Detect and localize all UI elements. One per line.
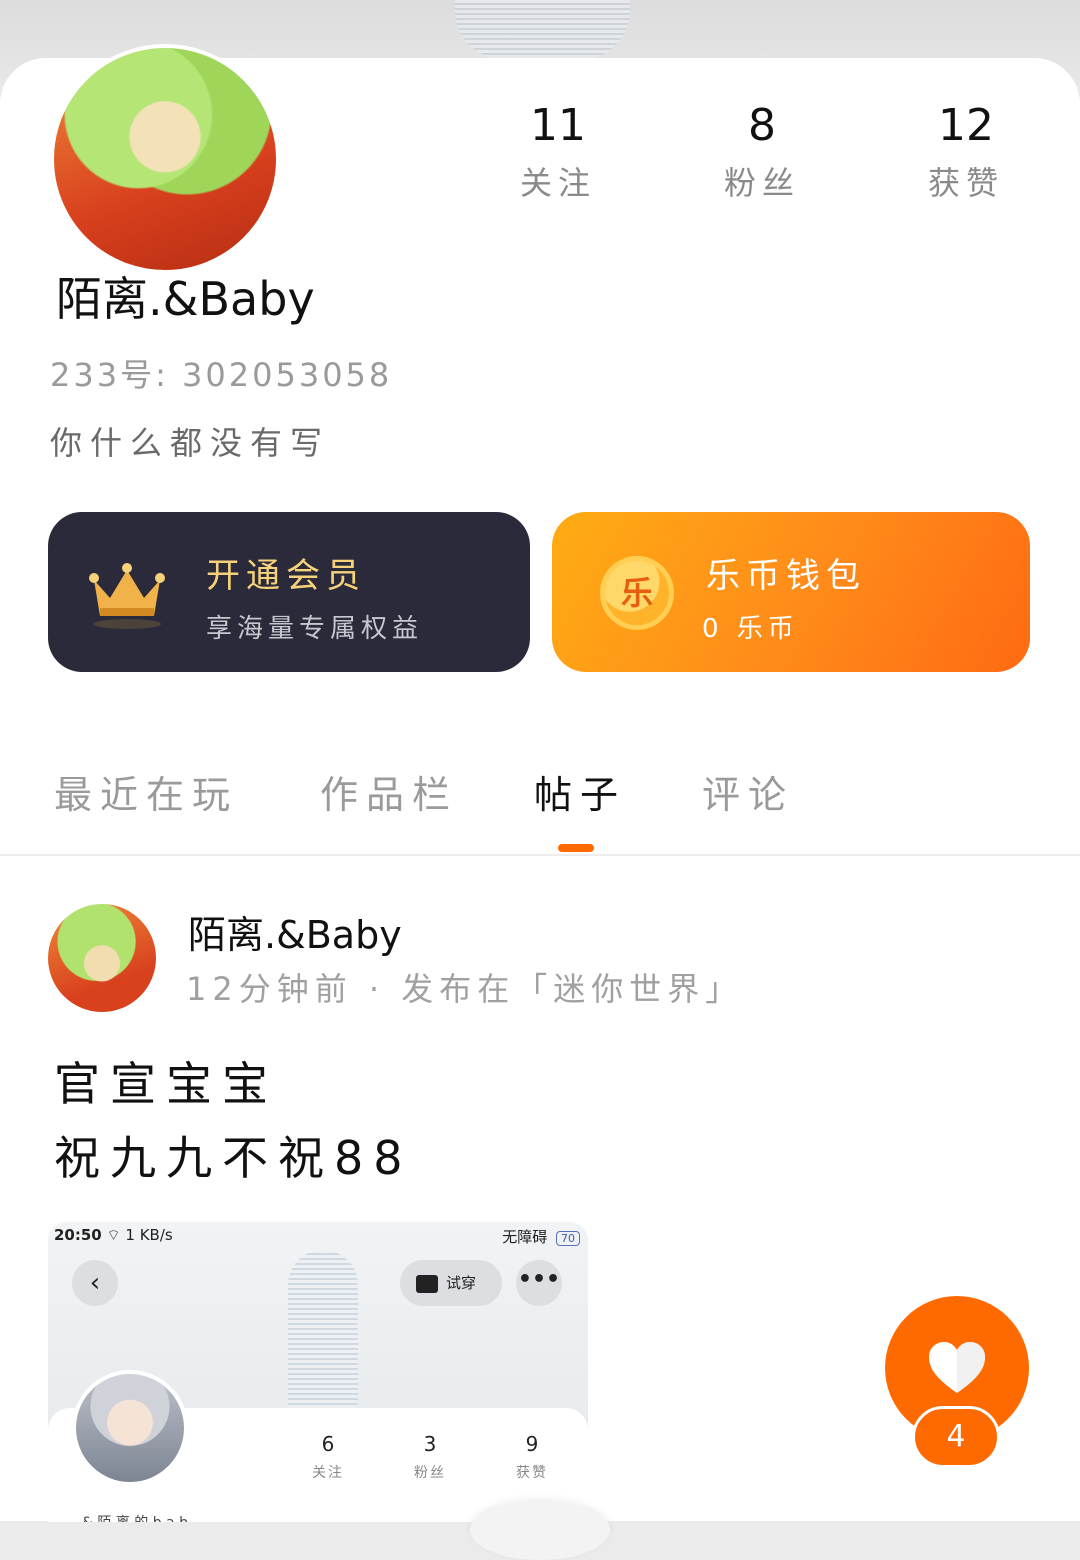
try-on-label: 试穿 bbox=[446, 1274, 477, 1292]
wifi-icon: ⌔ bbox=[106, 1226, 126, 1244]
heart-icon bbox=[929, 1342, 985, 1393]
vip-card[interactable]: 开通会员 享海量专属权益 bbox=[48, 512, 530, 672]
shirt-icon bbox=[416, 1274, 438, 1293]
screenshot-avatar bbox=[72, 1370, 188, 1486]
screenshot-stat-label: 关注 bbox=[312, 1465, 344, 1481]
screenshot-stat-following: 6 关注 bbox=[298, 1432, 358, 1482]
profile-sheet: 11 关注 8 粉丝 12 获赞 陌离.&Baby 233号: 30205305… bbox=[0, 44, 1080, 1522]
wallet-card[interactable]: 乐 乐币钱包 0 乐币 bbox=[552, 512, 1030, 672]
post-text-line: 祝九九不祝88 bbox=[54, 1131, 413, 1185]
screenshot-stat-label: 粉丝 bbox=[414, 1465, 446, 1481]
tab-comments[interactable]: 评论 bbox=[702, 764, 794, 819]
tabs-divider bbox=[0, 854, 1080, 856]
tab-works[interactable]: 作品栏 bbox=[320, 764, 458, 819]
screenshot-stat-likes: 9 获赞 bbox=[502, 1432, 562, 1482]
stat-following[interactable]: 11 关注 bbox=[478, 98, 638, 204]
stat-following-count: 11 bbox=[530, 100, 586, 151]
bottom-fab-edge bbox=[470, 1500, 610, 1560]
try-on-button: 试穿 bbox=[400, 1260, 502, 1306]
screenshot-stat-num: 6 bbox=[321, 1432, 335, 1456]
stat-likes-label: 获赞 bbox=[927, 164, 1004, 202]
profile-bio[interactable]: 你什么都没有写 bbox=[50, 418, 330, 464]
avatar-figure-image bbox=[455, 0, 630, 60]
avatar[interactable] bbox=[50, 44, 280, 274]
stat-followers[interactable]: 8 粉丝 bbox=[682, 98, 842, 204]
post-author-avatar[interactable] bbox=[48, 904, 156, 1012]
stat-likes-count: 12 bbox=[938, 100, 994, 151]
stat-followers-label: 粉丝 bbox=[723, 164, 800, 202]
stat-likes[interactable]: 12 获赞 bbox=[886, 98, 1046, 204]
vip-card-subtitle: 享海量专属权益 bbox=[206, 614, 424, 644]
tab-recent-played[interactable]: 最近在玩 bbox=[54, 764, 238, 819]
post-author-name[interactable]: 陌离.&Baby bbox=[188, 904, 402, 959]
vip-card-title: 开通会员 bbox=[206, 556, 366, 596]
post-text-line: 官宣宝宝 bbox=[54, 1057, 278, 1111]
avatar-figure-image bbox=[288, 1250, 358, 1420]
post-meta: 12分钟前 · 发布在「迷你世界」 bbox=[186, 970, 744, 1008]
stat-following-label: 关注 bbox=[519, 164, 596, 202]
screenshot-status-left: 20:50 ⌔ 1 KB/s bbox=[54, 1226, 173, 1245]
profile-uid[interactable]: 233号: 302053058 bbox=[50, 350, 392, 396]
wallet-card-balance: 0 乐币 bbox=[702, 614, 799, 644]
screenshot-network: 1 KB/s bbox=[125, 1226, 173, 1244]
tab-posts[interactable]: 帖子 bbox=[534, 764, 626, 819]
screenshot-stat-label: 获赞 bbox=[516, 1465, 548, 1481]
screenshot-stat-num: 9 bbox=[525, 1432, 539, 1456]
profile-username: 陌离.&Baby bbox=[56, 272, 315, 326]
wallet-card-title: 乐币钱包 bbox=[706, 556, 866, 596]
more-icon: ••• bbox=[516, 1260, 562, 1306]
screenshot-accessibility: 无障碍 bbox=[502, 1228, 548, 1246]
crown-icon bbox=[89, 563, 165, 629]
tab-active-indicator bbox=[558, 844, 594, 852]
post-image[interactable]: 20:50 ⌔ 1 KB/s 无障碍 70 ‹ 试穿 ••• 6 关注 3 粉丝… bbox=[48, 1222, 588, 1522]
battery-icon: 70 bbox=[556, 1231, 580, 1246]
screenshot-stat-followers: 3 粉丝 bbox=[400, 1432, 460, 1482]
stat-followers-count: 8 bbox=[748, 100, 776, 151]
back-icon: ‹ bbox=[72, 1260, 118, 1306]
coin-icon: 乐 bbox=[600, 556, 674, 630]
screenshot-time: 20:50 bbox=[54, 1226, 102, 1244]
screenshot-status-right: 无障碍 70 bbox=[502, 1226, 580, 1247]
screenshot-stat-num: 3 bbox=[423, 1432, 437, 1456]
like-count-badge: 4 bbox=[912, 1406, 1000, 1468]
